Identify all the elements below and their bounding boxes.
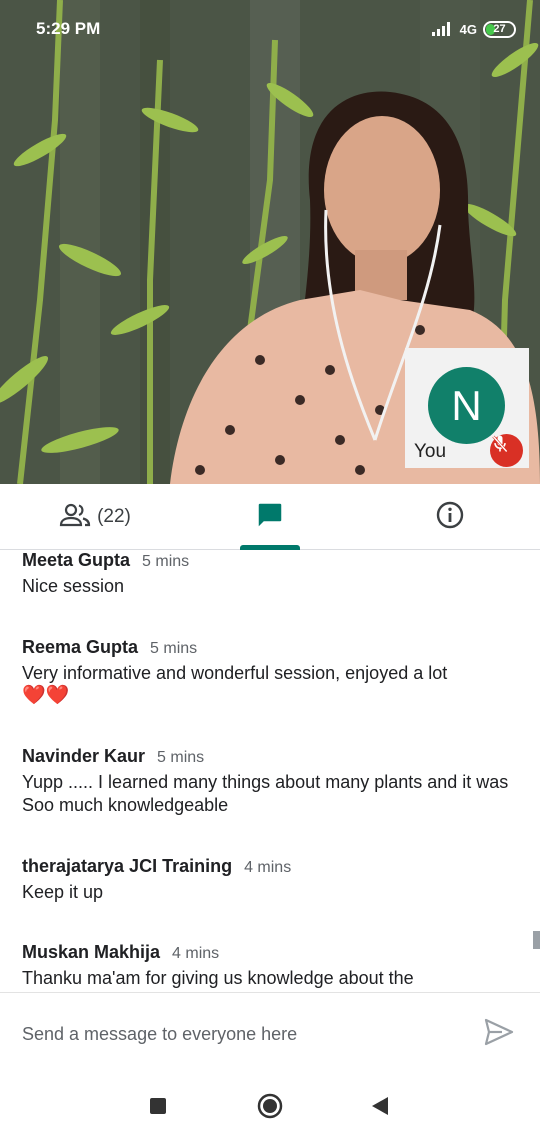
people-count: (22) xyxy=(97,506,131,527)
avatar: N xyxy=(428,367,505,444)
message-text: Thanku ma'am for giving us knowledge abo… xyxy=(22,968,414,988)
message-composer: Send a message to everyone here xyxy=(0,994,540,1074)
square-icon xyxy=(149,1097,167,1120)
home-button[interactable] xyxy=(256,1093,284,1124)
message-text: Keep it up xyxy=(22,882,104,902)
chat-message: Muskan Makhija 4 mins Thanku ma'am for g… xyxy=(22,942,518,990)
recents-button[interactable] xyxy=(144,1094,172,1122)
signal-icon xyxy=(431,22,454,36)
message-text: Yupp ..... I learned many things about m… xyxy=(22,772,509,815)
message-input[interactable]: Send a message to everyone here xyxy=(22,1024,442,1050)
tab-people[interactable]: (22) xyxy=(40,484,150,550)
people-icon xyxy=(59,503,91,532)
message-text: Very informative and wonderful session, … xyxy=(22,663,448,683)
chat-message: therajatarya JCI Training 4 mins Keep it… xyxy=(22,856,518,904)
status-bar: 5:29 PM 4G 27 xyxy=(0,0,540,58)
message-time: 5 mins xyxy=(150,640,198,657)
message-emoji: ❤️❤️ xyxy=(22,685,70,706)
info-icon xyxy=(436,501,464,534)
message-sender: therajatarya JCI Training xyxy=(22,856,233,876)
message-time: 5 mins xyxy=(142,553,190,570)
send-icon xyxy=(484,1018,514,1050)
battery-level: 27 xyxy=(493,23,506,35)
back-button[interactable] xyxy=(366,1094,394,1122)
home-circle-icon xyxy=(257,1093,283,1124)
chat-message: Meeta Gupta 5 mins Nice session xyxy=(22,550,518,598)
tab-info[interactable] xyxy=(420,484,480,550)
self-label: You xyxy=(414,441,447,462)
status-indicators: 4G 27 xyxy=(431,18,516,40)
message-sender: Meeta Gupta xyxy=(22,550,131,570)
back-triangle-icon xyxy=(371,1096,389,1121)
message-sender: Muskan Makhija xyxy=(22,942,161,962)
status-time: 5:29 PM xyxy=(36,19,101,38)
battery-icon: 27 xyxy=(483,20,516,38)
mic-off-icon xyxy=(490,434,523,467)
system-nav-bar xyxy=(0,1074,540,1140)
chat-message: Reema Gupta 5 mins Very informative and … xyxy=(22,637,518,707)
tab-chat[interactable] xyxy=(240,484,300,550)
panel-tabs: (22) xyxy=(0,484,540,550)
message-time: 5 mins xyxy=(157,749,205,766)
message-time: 4 mins xyxy=(244,859,292,876)
network-type: 4G xyxy=(459,21,477,37)
message-sender: Navinder Kaur xyxy=(22,746,146,766)
chat-icon xyxy=(255,500,285,535)
main-video-feed[interactable]: 5:29 PM 4G 27 N You xyxy=(0,0,540,484)
chat-scrollbar[interactable] xyxy=(533,931,540,949)
chat-message-list[interactable]: Meeta Gupta 5 mins Nice session Reema Gu… xyxy=(0,550,540,993)
message-sender: Reema Gupta xyxy=(22,637,139,657)
message-time: 4 mins xyxy=(172,945,220,962)
message-text: Nice session xyxy=(22,576,125,596)
meet-app: 5:29 PM 4G 27 N You (22) Meeta Gupta 5 m… xyxy=(0,0,540,1140)
send-button[interactable] xyxy=(484,1018,518,1048)
self-video-tile[interactable]: N You xyxy=(405,348,529,468)
chat-message: Navinder Kaur 5 mins Yupp ..... I learne… xyxy=(22,746,518,817)
